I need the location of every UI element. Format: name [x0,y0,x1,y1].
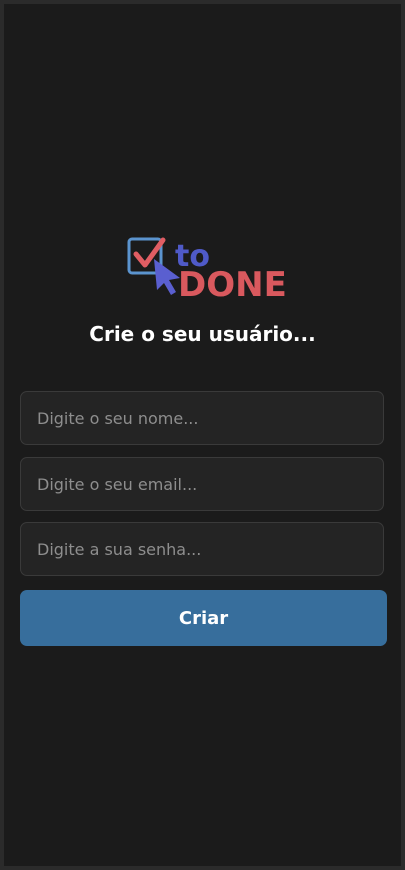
name-input[interactable] [20,391,384,445]
logo-graphic: to DONE [127,237,287,302]
create-button[interactable]: Criar [20,590,387,646]
app-screen: to DONE Crie o seu usuário... Criar [4,4,401,866]
page-title: Crie o seu usuário... [89,322,316,346]
email-input[interactable] [20,457,384,511]
password-input[interactable] [20,522,384,576]
checkmark-icon [133,237,166,268]
logo-word-done: DONE [178,265,287,302]
todone-logo: to DONE [123,232,293,302]
